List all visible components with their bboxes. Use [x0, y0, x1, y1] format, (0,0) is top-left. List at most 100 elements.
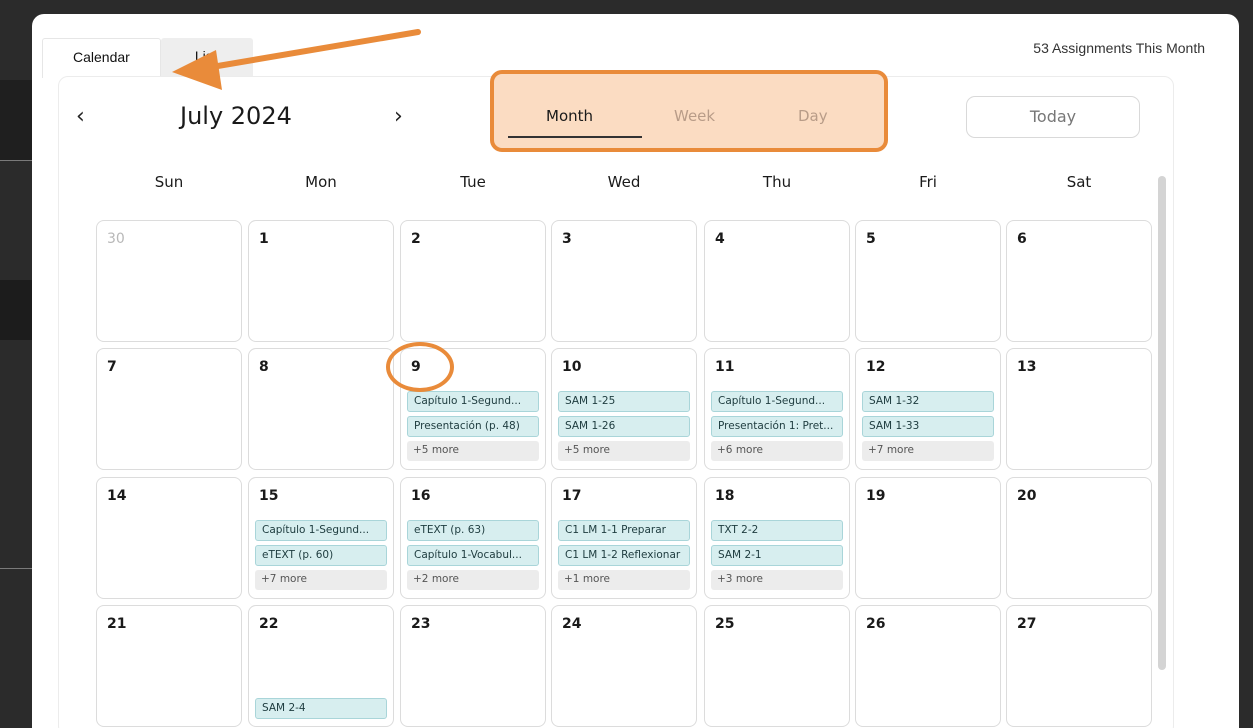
day-cell[interactable]: 22 SAM 2-4 [248, 605, 394, 727]
day-cell[interactable]: 25 [704, 605, 850, 727]
day-number: 8 [259, 359, 269, 375]
day-number: 18 [715, 488, 735, 504]
day-cell[interactable]: 23 [400, 605, 546, 727]
assignment-count: 53 Assignments This Month [1033, 40, 1205, 56]
backdrop-divider [0, 160, 32, 161]
day-cell[interactable]: 7 [96, 348, 242, 470]
prev-month-button[interactable]: ‹ [76, 104, 85, 129]
day-number: 16 [411, 488, 431, 504]
weekday-label: Tue [460, 173, 486, 191]
tab-list[interactable]: List [160, 38, 253, 78]
assignment-chip[interactable]: TXT 2-2 [711, 520, 843, 541]
assignment-chip[interactable]: C1 LM 1-1 Preparar [558, 520, 690, 541]
day-cell[interactable]: 27 [1006, 605, 1152, 727]
assignment-chip[interactable]: SAM 1-26 [558, 416, 690, 437]
day-number: 5 [866, 231, 876, 247]
highlight-circle [386, 342, 454, 392]
day-number: 20 [1017, 488, 1037, 504]
view-day-button[interactable]: Day [798, 107, 828, 125]
day-number: 24 [562, 616, 582, 632]
day-number: 11 [715, 359, 735, 375]
assignment-chip[interactable]: C1 LM 1-2 Reflexionar [558, 545, 690, 566]
day-number: 12 [866, 359, 886, 375]
day-number: 27 [1017, 616, 1037, 632]
day-cell[interactable]: 15 Capítulo 1-Segund... eTEXT (p. 60) +7 mo… [248, 477, 394, 599]
tab-calendar[interactable]: Calendar [42, 38, 161, 78]
backdrop-strip [0, 80, 32, 160]
day-cell[interactable]: 1 [248, 220, 394, 342]
active-view-underline [508, 136, 642, 138]
day-cell[interactable]: 21 [96, 605, 242, 727]
more-assignments-link[interactable]: +7 more [862, 441, 994, 461]
backdrop-strip [0, 280, 32, 340]
day-number: 17 [562, 488, 582, 504]
day-cell[interactable]: 4 [704, 220, 850, 342]
day-number: 3 [562, 231, 572, 247]
day-cell[interactable]: 24 [551, 605, 697, 727]
assignment-chip[interactable]: Presentación (p. 48) [407, 416, 539, 437]
assignment-chip[interactable]: SAM 1-33 [862, 416, 994, 437]
more-assignments-link[interactable]: +1 more [558, 570, 690, 590]
more-assignments-link[interactable]: +5 more [558, 441, 690, 461]
day-number: 13 [1017, 359, 1037, 375]
day-cell[interactable]: 12 SAM 1-32 SAM 1-33 +7 more [855, 348, 1001, 470]
more-assignments-link[interactable]: +2 more [407, 570, 539, 590]
day-cell[interactable]: 16 eTEXT (p. 63) Capítulo 1-Vocabul... +2 m… [400, 477, 546, 599]
assignment-chip[interactable]: eTEXT (p. 63) [407, 520, 539, 541]
day-cell[interactable]: 14 [96, 477, 242, 599]
day-cell[interactable]: 13 [1006, 348, 1152, 470]
assignment-chip[interactable]: Capítulo 1-Segund... [407, 391, 539, 412]
today-button[interactable]: Today [966, 96, 1140, 138]
day-cell[interactable]: 6 [1006, 220, 1152, 342]
day-number: 21 [107, 616, 127, 632]
scrollbar[interactable] [1158, 176, 1166, 670]
next-month-button[interactable]: › [394, 104, 403, 129]
day-cell[interactable]: 10 SAM 1-25 SAM 1-26 +5 more [551, 348, 697, 470]
day-number: 6 [1017, 231, 1027, 247]
more-assignments-link[interactable]: +6 more [711, 441, 843, 461]
day-number: 7 [107, 359, 117, 375]
day-number: 19 [866, 488, 886, 504]
view-week-button[interactable]: Week [674, 107, 715, 125]
view-switcher: Month Week Day [490, 70, 888, 152]
assignment-chip[interactable]: eTEXT (p. 60) [255, 545, 387, 566]
day-number: 4 [715, 231, 725, 247]
assignment-chip[interactable]: SAM 2-4 [255, 698, 387, 719]
weekday-label: Thu [762, 173, 792, 191]
assignment-chip[interactable]: SAM 1-32 [862, 391, 994, 412]
assignment-chip[interactable]: Capítulo 1-Segund... [711, 391, 843, 412]
day-cell[interactable]: 18 TXT 2-2 SAM 2-1 +3 more [704, 477, 850, 599]
weekday-label: Wed [607, 173, 641, 191]
more-assignments-link[interactable]: +5 more [407, 441, 539, 461]
weekday-label: Sun [154, 173, 184, 191]
assignment-chip[interactable]: Presentación 1: Pret... [711, 416, 843, 437]
day-cell[interactable]: 3 [551, 220, 697, 342]
assignment-chip[interactable]: Capítulo 1-Segund... [255, 520, 387, 541]
view-month-button[interactable]: Month [546, 107, 593, 125]
more-assignments-link[interactable]: +7 more [255, 570, 387, 590]
day-number: 25 [715, 616, 735, 632]
day-cell[interactable]: 8 [248, 348, 394, 470]
day-cell[interactable]: 26 [855, 605, 1001, 727]
day-cell[interactable]: 2 [400, 220, 546, 342]
assignment-chip[interactable]: SAM 1-25 [558, 391, 690, 412]
day-number: 10 [562, 359, 582, 375]
day-cell[interactable]: 5 [855, 220, 1001, 342]
more-assignments-link[interactable]: +3 more [711, 570, 843, 590]
day-cell[interactable]: 20 [1006, 477, 1152, 599]
view-tabs: Calendar List [42, 38, 253, 78]
day-cell[interactable]: 30 [96, 220, 242, 342]
weekday-label: Mon [305, 173, 337, 191]
day-cell[interactable]: 11 Capítulo 1-Segund... Presentación 1: Pr… [704, 348, 850, 470]
day-number: 1 [259, 231, 269, 247]
day-cell[interactable]: 17 C1 LM 1-1 Preparar C1 LM 1-2 Reflexiona… [551, 477, 697, 599]
day-number: 23 [411, 616, 431, 632]
day-number: 2 [411, 231, 421, 247]
assignment-chip[interactable]: SAM 2-1 [711, 545, 843, 566]
day-number: 30 [107, 231, 125, 247]
day-number: 22 [259, 616, 279, 632]
day-cell[interactable]: 19 [855, 477, 1001, 599]
day-number: 26 [866, 616, 886, 632]
day-number: 15 [259, 488, 279, 504]
assignment-chip[interactable]: Capítulo 1-Vocabul... [407, 545, 539, 566]
